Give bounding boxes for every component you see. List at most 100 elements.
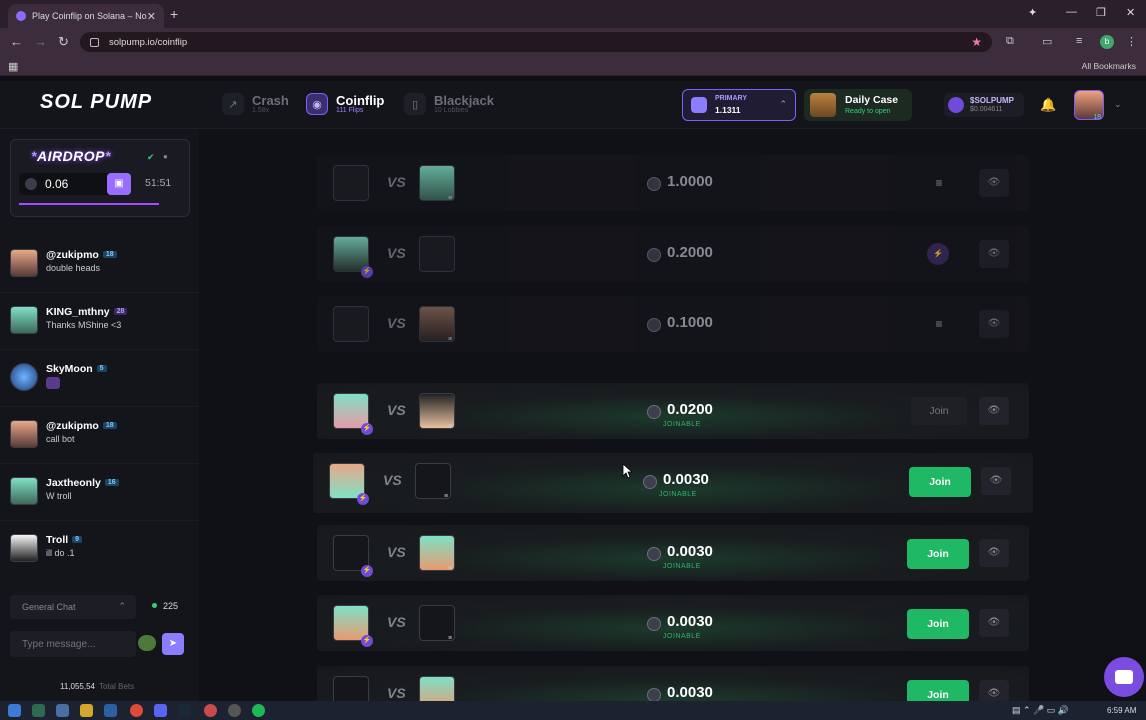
primary-label: PRIMARY (715, 95, 748, 102)
address-bar[interactable]: solpump.io/coinflip ★ (80, 32, 992, 52)
apps-grid-icon[interactable]: ▦ (8, 60, 18, 73)
check-icon: ✔ (147, 152, 155, 162)
sol-coin-icon (647, 617, 661, 631)
emoji-picker-icon[interactable] (138, 635, 156, 651)
chevron-down-icon[interactable]: ⌄ (1114, 99, 1122, 110)
flip-action: ≡ (935, 317, 943, 331)
avatar[interactable] (10, 477, 38, 505)
airdrop-amount-value: 0.06 (45, 177, 69, 191)
support-chat-button[interactable] (1104, 657, 1144, 697)
steam-icon[interactable] (178, 704, 191, 717)
chat-username[interactable]: @zukipmo 18 (46, 249, 117, 261)
solpump-logo[interactable]: SOL PUMP (40, 91, 152, 114)
view-eye-icon[interactable]: 👁 (979, 397, 1009, 425)
chat-text: double heads (46, 263, 101, 273)
side-badge: ≡ (448, 423, 453, 430)
back-icon[interactable]: ← (10, 34, 23, 49)
vs-label: VS (387, 402, 406, 418)
avatar[interactable] (10, 363, 38, 391)
taskbar-app-icon[interactable] (56, 704, 69, 717)
browser-tab[interactable]: Play Coinflip on Solana – No K ✕ (8, 4, 164, 28)
close-window-icon[interactable]: ✕ (1126, 6, 1135, 19)
view-eye-icon[interactable]: 👁 (981, 467, 1011, 495)
vs-label: VS (387, 315, 406, 331)
forward-icon[interactable]: → (34, 34, 47, 49)
taskbar-app-icon[interactable] (32, 704, 45, 717)
minimize-icon[interactable]: — (1066, 6, 1077, 18)
view-eye-icon[interactable]: 👁 (979, 680, 1009, 701)
view-eye-icon[interactable]: 👁 (979, 169, 1009, 197)
airdrop-title: *AIRDROP* (31, 148, 111, 164)
file-explorer-icon[interactable] (80, 704, 93, 717)
user-level: 18 (1093, 114, 1101, 121)
chat-message: SkyMoon 5 (0, 350, 199, 407)
extension-sparkle-icon[interactable]: ✦ (1028, 6, 1037, 19)
all-bookmarks[interactable]: All Bookmarks (1082, 61, 1136, 71)
extensions-icon[interactable]: ⧉ (1006, 35, 1014, 48)
spotify-icon[interactable] (252, 704, 265, 717)
chat-username[interactable]: @zukipmo 18 (46, 420, 117, 432)
chat-message: @zukipmo 18 call bot (0, 407, 199, 464)
nav-blackjack[interactable]: ▯ Blackjack 10 Lobbies (404, 93, 494, 115)
treasure-chest-icon (810, 93, 836, 117)
nav-crash[interactable]: ↗ Crash 1.58x (222, 93, 289, 115)
join-button[interactable]: Join (907, 539, 969, 569)
vs-label: VS (387, 245, 406, 261)
wallet-icon (691, 97, 707, 113)
restore-icon[interactable]: ❐ (1096, 6, 1106, 19)
chat-channel-select[interactable]: General Chat ⌃ (10, 595, 136, 619)
view-eye-icon[interactable]: 👁 (979, 609, 1009, 637)
reading-list-icon[interactable]: ≡ (1076, 35, 1082, 47)
taskbar-app-icon[interactable] (104, 704, 117, 717)
daily-case-button[interactable]: Daily Case Ready to open (804, 89, 912, 121)
send-button[interactable]: ➤ (162, 633, 184, 655)
new-tab-icon[interactable]: + (170, 6, 178, 22)
notification-bell-icon[interactable]: 🔔 (1040, 97, 1056, 113)
info-icon[interactable]: ● (163, 152, 168, 161)
chat-emoji-icon (46, 377, 60, 389)
chat-username[interactable]: KING_mthny 28 (46, 306, 128, 318)
online-dot-icon (152, 603, 157, 608)
close-tab-icon[interactable]: ✕ (147, 10, 156, 23)
gift-button[interactable]: ▣ (107, 173, 131, 195)
view-eye-icon[interactable]: 👁 (979, 539, 1009, 567)
primary-wallet[interactable]: PRIMARY 1.1311 ⌃ (682, 89, 796, 121)
vs-label: VS (383, 472, 402, 488)
join-button[interactable]: Join (909, 467, 971, 497)
bookmark-star-icon[interactable]: ★ (971, 35, 982, 49)
chat-username[interactable]: SkyMoon 5 (46, 363, 107, 375)
token-value: $0.004611 (970, 106, 1003, 113)
join-button[interactable]: Join (907, 609, 969, 639)
view-eye-icon[interactable]: 👁 (979, 310, 1009, 338)
discord-icon[interactable] (154, 704, 167, 717)
user-avatar[interactable]: 18 (1074, 90, 1104, 121)
join-button[interactable]: Join (911, 397, 967, 425)
chat-username[interactable]: Jaxtheonly 16 (46, 477, 119, 489)
chat-message: @zukipmo 18 double heads (0, 236, 199, 293)
taskbar-app-icon[interactable] (228, 704, 241, 717)
reload-icon[interactable]: ↻ (58, 34, 69, 50)
browser-menu-icon[interactable]: ⋮ (1126, 35, 1137, 48)
chat-username[interactable]: Troll 9 (46, 534, 83, 546)
nav-coinflip[interactable]: ◉ Coinflip 111 Flips (306, 93, 384, 115)
cast-icon[interactable]: ▭ (1042, 35, 1052, 48)
avatar[interactable] (10, 534, 38, 562)
sol-coin-icon (647, 318, 661, 332)
join-button[interactable]: Join (907, 680, 969, 701)
bolt-badge-icon: ⚡ (361, 635, 373, 647)
chat-channel-label: General Chat (22, 602, 76, 612)
chrome-icon[interactable] (130, 704, 143, 717)
system-tray[interactable]: ▤ ⌃ 🎤 ▭ 🔊 (1012, 705, 1069, 716)
chat-input[interactable] (10, 631, 136, 657)
windows-start-icon[interactable] (8, 704, 21, 717)
view-eye-icon[interactable]: 👁 (979, 240, 1009, 268)
avatar[interactable] (10, 306, 38, 334)
token-price[interactable]: $SOLPUMP $0.004611 (944, 93, 1024, 117)
site-info-icon[interactable] (90, 37, 99, 47)
cards-icon: ▯ (404, 93, 426, 115)
avatar[interactable] (10, 249, 38, 277)
token-name: $SOLPUMP (970, 96, 1015, 105)
avatar[interactable] (10, 420, 38, 448)
chrome-active-icon[interactable] (204, 704, 217, 717)
profile-avatar[interactable]: b (1100, 35, 1114, 49)
